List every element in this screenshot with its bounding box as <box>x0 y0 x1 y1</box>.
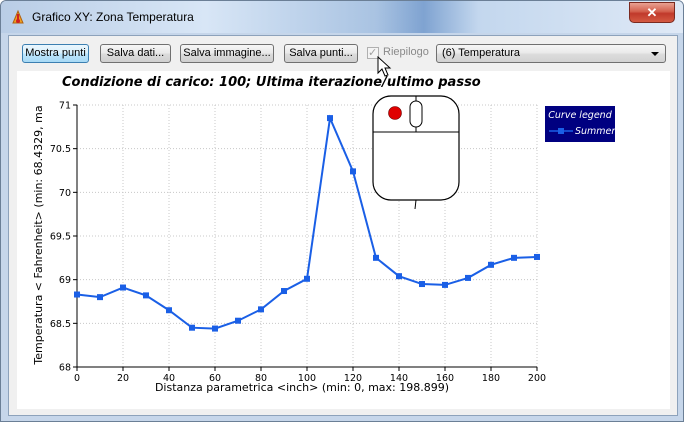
chevron-down-icon <box>651 52 659 56</box>
x-tick-label: 20 <box>117 373 129 384</box>
data-point <box>189 324 195 331</box>
plot-area[interactable]: Condizione di carico: 100; Ultima iteraz… <box>17 71 670 409</box>
y-tick-label: 69.5 <box>50 232 71 243</box>
data-point <box>143 292 149 299</box>
save-points-button[interactable]: Salva punti... <box>284 44 358 63</box>
data-point <box>373 254 379 261</box>
chart-grid <box>76 104 538 368</box>
check-mark-icon: ✓ <box>368 46 378 59</box>
chart-window: Grafico XY: Zona Temperatura ✕ Mostra pu… <box>0 0 684 422</box>
data-point <box>442 281 448 288</box>
y-tick-label: 70.5 <box>50 144 71 155</box>
data-point <box>120 284 126 291</box>
arrow-cursor-icon <box>377 56 392 77</box>
chart-heading: Condizione di carico: 100; Ultima iteraz… <box>62 75 481 90</box>
title-bar[interactable]: Grafico XY: Zona Temperatura ✕ <box>1 1 683 33</box>
x-tick-label: 200 <box>528 373 546 384</box>
xy-chart: Condizione di carico: 100; Ultima iteraz… <box>32 75 616 394</box>
y-axis-label: Temperatura < Fahrenheit> (min: 68.4329,… <box>32 105 45 365</box>
data-point <box>74 291 80 298</box>
save-image-button[interactable]: Salva immagine... <box>180 44 274 63</box>
data-point <box>235 317 241 324</box>
chart-axes: 0 20 40 60 80 100 120 140 160 180 2006868.56969.57… <box>50 101 546 385</box>
y-tick-label: 71 <box>59 101 71 112</box>
y-tick-label: 68 <box>59 363 71 374</box>
y-tick-label: 70 <box>59 188 71 199</box>
close-button[interactable]: ✕ <box>629 2 675 23</box>
mouse-left-click-icon <box>372 95 460 210</box>
save-data-button[interactable]: Salva dati... <box>100 44 171 63</box>
data-point <box>511 254 517 261</box>
data-point <box>419 281 425 288</box>
legend-item-summer: Summer <box>575 126 616 137</box>
thermometer-app-icon <box>12 9 24 24</box>
close-icon: ✕ <box>646 5 658 20</box>
data-point <box>488 261 494 268</box>
chart-legend: Curve legend Summer <box>545 106 616 142</box>
window-title: Grafico XY: Zona Temperatura <box>32 10 194 24</box>
data-point <box>281 288 287 295</box>
data-point <box>258 306 264 313</box>
x-tick-label: 180 <box>482 373 500 384</box>
y-tick-label: 68.5 <box>50 319 71 330</box>
client-area: Mostra punti Salva dati... Salva immagin… <box>8 35 678 416</box>
quantity-select-value: (6) Temperatura <box>442 47 521 59</box>
data-point <box>166 307 172 314</box>
quantity-select[interactable]: (6) Temperatura <box>436 44 666 63</box>
legend-title: Curve legend <box>548 110 612 121</box>
data-point <box>97 294 103 301</box>
data-point <box>304 275 310 282</box>
show-points-button[interactable]: Mostra punti <box>22 44 89 63</box>
data-point <box>327 115 333 122</box>
data-point <box>465 274 471 281</box>
y-tick-label: 69 <box>59 275 71 286</box>
x-axis-label: Distanza parametrica <inch> (min: 0, max… <box>155 381 449 394</box>
data-point <box>212 325 218 332</box>
data-point <box>534 253 540 260</box>
legend-marker-summer <box>558 128 564 134</box>
data-point <box>350 168 356 175</box>
data-point <box>396 273 402 280</box>
x-tick-label: 0 <box>74 373 80 384</box>
